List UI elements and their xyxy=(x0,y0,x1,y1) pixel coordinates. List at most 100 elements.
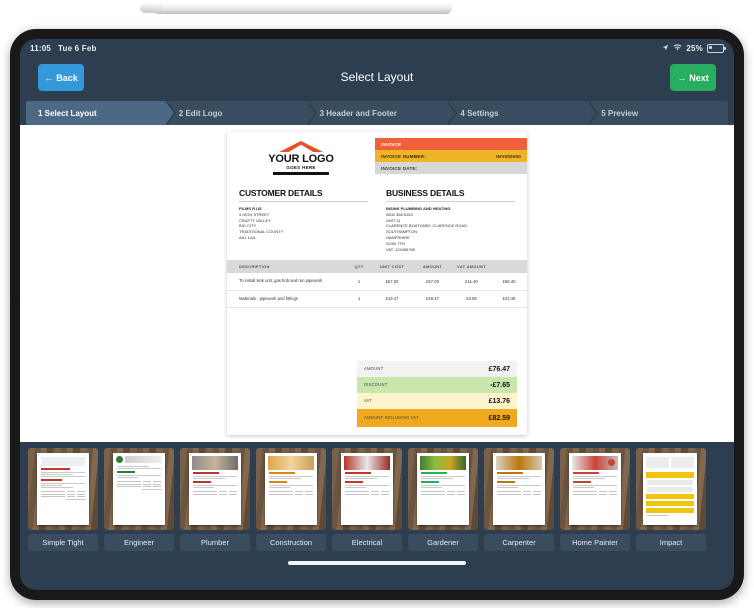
total-label: VAT xyxy=(364,398,373,404)
step-settings[interactable]: 4 Settings xyxy=(446,101,598,125)
line-items-table: DESCRIPTION QTY UNIT COST AMOUNT VAT AMO… xyxy=(227,260,527,308)
layout-thumbnail-construction[interactable]: Construction xyxy=(256,448,326,554)
step-breadcrumb: 1 Select Layout 2 Edit Logo 3 Header and… xyxy=(26,101,728,125)
invoice-number-label: INVOICE NUMBER: xyxy=(381,153,426,159)
total-row-vat: VAT £13.76 xyxy=(357,393,517,409)
thumbnail-label: Home Painter xyxy=(560,534,630,551)
invoice-title-row: INVOICE xyxy=(375,138,527,150)
tablet-screen: 11:05 Tue 6 Feb 25% ← Back Select Layout… xyxy=(20,39,734,590)
home-indicator[interactable] xyxy=(288,561,466,565)
table-header-row: DESCRIPTION QTY UNIT COST AMOUNT VAT AMO… xyxy=(227,260,527,274)
home-indicator-bar xyxy=(20,554,734,572)
thumbnail-label: Construction xyxy=(256,534,326,551)
cell-unit-cost: £19.47 xyxy=(371,290,413,308)
business-details-heading: BUSINESS DETAILS xyxy=(386,188,465,198)
total-value: £13.76 xyxy=(488,397,510,405)
invoice-header: YOUR LOGO GOES HERE INVOICE INVOICE NUMB… xyxy=(227,132,527,178)
total-label: AMOUNT INCLUDING VAT xyxy=(364,415,419,421)
arrow-right-icon: → xyxy=(677,72,687,83)
invoice-title-label: INVOICE xyxy=(381,141,402,147)
layout-thumbnail-engineer[interactable]: Engineer xyxy=(104,448,174,554)
stylus xyxy=(152,2,452,14)
layout-thumbnail-plumber[interactable]: Plumber xyxy=(180,448,250,554)
thumbnail-image xyxy=(104,448,174,530)
step-label: 2 Edit Logo xyxy=(178,108,223,118)
step-header-and-footer[interactable]: 3 Header and Footer xyxy=(305,101,458,125)
next-button[interactable]: → Next xyxy=(670,64,716,91)
layout-thumbnail-carpenter[interactable]: Carpenter xyxy=(484,448,554,554)
thumbnail-label: Electrical xyxy=(332,534,402,551)
step-label: 4 Settings xyxy=(460,108,499,118)
totals-section: AMOUNT £76.47 DISCOUNT -£7.65 VAT £13.76 xyxy=(357,361,517,427)
thumbnail-label: Simple Tight xyxy=(28,534,98,551)
logo-placeholder[interactable]: YOUR LOGO GOES HERE xyxy=(227,132,375,178)
logo-sub-text: GOES HERE xyxy=(286,165,316,170)
total-value: -£7.65 xyxy=(490,381,510,389)
customer-address-line: AA1 1AA xyxy=(239,234,256,240)
total-row-discount: DISCOUNT -£7.65 xyxy=(357,377,517,393)
front-camera-icon xyxy=(14,297,18,301)
total-row-amount: AMOUNT £76.47 xyxy=(357,361,517,377)
total-value: £76.47 xyxy=(488,365,510,373)
customer-details-heading: CUSTOMER DETAILS xyxy=(239,188,323,198)
table-row: Materials - pipework and fittings 1 £19.… xyxy=(227,290,527,308)
cell-description: Materials - pipework and fittings xyxy=(227,290,347,308)
layout-thumbnail-electrical[interactable]: Electrical xyxy=(332,448,402,554)
stylus-tip xyxy=(139,3,163,14)
logo-underline xyxy=(273,172,329,175)
invoice-date-label: INVOICE DATE: xyxy=(381,165,418,171)
layout-thumbnail-carousel[interactable]: Simple Tight Engineer Plumber Constructi… xyxy=(20,442,734,554)
cell-amount: £57.00 xyxy=(413,273,452,291)
layout-thumbnail-simple-tight[interactable]: Simple Tight xyxy=(28,448,98,554)
cell-vat-amount: £11.40 xyxy=(452,273,491,291)
thumbnail-image xyxy=(28,448,98,530)
invoice-number-value: INV000000 xyxy=(496,153,521,159)
status-time: 11:05 xyxy=(30,43,52,53)
layout-thumbnail-gardener[interactable]: Gardener xyxy=(408,448,478,554)
column-vat-amount: VAT AMOUNT xyxy=(452,260,491,274)
invoice-number-row: INVOICE NUMBER: INV000000 xyxy=(375,150,527,162)
thumbnail-image xyxy=(256,448,326,530)
step-edit-logo[interactable]: 2 Edit Logo xyxy=(164,101,317,125)
business-detail-line: VAT: 123456789 xyxy=(386,246,415,252)
cell-qty: 1 xyxy=(347,273,371,291)
battery-icon xyxy=(707,43,726,53)
cell-qty: 1 xyxy=(347,290,371,308)
column-total xyxy=(491,260,527,274)
column-qty: QTY xyxy=(347,260,371,274)
thumbnail-label: Plumber xyxy=(180,534,250,551)
business-details: BUSINESS DETAILS INSINK PLUMBING AND HEA… xyxy=(386,188,515,252)
page-title: Select Layout xyxy=(340,70,414,84)
step-preview[interactable]: 5 Preview xyxy=(587,101,728,125)
total-label: AMOUNT xyxy=(364,366,384,372)
thumbnail-label: Gardener xyxy=(408,534,478,551)
thumbnail-image xyxy=(408,448,478,530)
layout-thumbnail-impact[interactable]: Impact xyxy=(636,448,706,554)
battery-percent-label: 25% xyxy=(686,43,703,53)
step-select-layout[interactable]: 1 Select Layout xyxy=(26,101,176,125)
invoice-preview[interactable]: YOUR LOGO GOES HERE INVOICE INVOICE NUMB… xyxy=(227,132,527,435)
next-button-label: Next xyxy=(689,72,709,83)
step-label: 5 Preview xyxy=(601,108,639,118)
layout-thumbnail-home-painter[interactable]: Home Painter xyxy=(560,448,630,554)
wifi-icon xyxy=(673,43,682,53)
layout-preview-area: YOUR LOGO GOES HERE INVOICE INVOICE NUMB… xyxy=(20,125,734,442)
column-description: DESCRIPTION xyxy=(227,260,347,274)
invoice-meta: INVOICE INVOICE NUMBER: INV000000 INVOIC… xyxy=(375,132,527,178)
step-label: 1 Select Layout xyxy=(38,108,97,118)
cell-vat-amount: £3.89 xyxy=(452,290,491,308)
thumbnail-label: Engineer xyxy=(104,534,174,551)
table-row: To install sink unit, gas hob and run pi… xyxy=(227,273,527,291)
total-label: DISCOUNT xyxy=(364,382,388,388)
thumbnail-image xyxy=(180,448,250,530)
thumbnail-image xyxy=(560,448,630,530)
thumbnail-image xyxy=(332,448,402,530)
total-value: £82.59 xyxy=(488,414,510,422)
navigation-bar: ← Back Select Layout → Next xyxy=(20,57,734,101)
thumbnail-label: Carpenter xyxy=(484,534,554,551)
column-unit-cost: UNIT COST xyxy=(371,260,413,274)
tablet-device: 11:05 Tue 6 Feb 25% ← Back Select Layout… xyxy=(10,29,744,600)
cell-total: £23.36 xyxy=(491,290,527,308)
cell-amount: £19.47 xyxy=(413,290,452,308)
cell-description: To install sink unit, gas hob and run pi… xyxy=(227,273,347,291)
